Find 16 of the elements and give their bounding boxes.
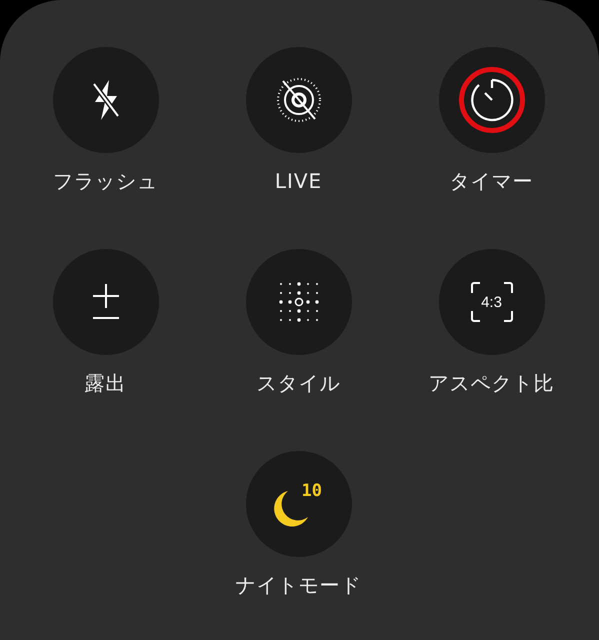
control-label: 露出 <box>84 371 126 395</box>
dot-grid-icon <box>278 281 320 323</box>
control-label: タイマー <box>450 169 534 193</box>
control-label: アスペクト比 <box>428 371 554 395</box>
control-label: ナイトモード <box>236 573 362 597</box>
plus-minus-icon <box>90 284 120 320</box>
night-duration-text: 10 <box>302 481 322 501</box>
frame-corners-icon <box>470 281 514 323</box>
control-label: スタイル <box>256 371 340 395</box>
night-button[interactable]: 10 <box>246 451 352 557</box>
control-label: LIVE <box>274 169 322 193</box>
aspect-ratio-text: 4:3 <box>481 294 502 310</box>
control-label: フラッシュ <box>53 169 158 193</box>
flash-off-icon <box>90 78 120 122</box>
aspect-button[interactable]: 4:3 <box>438 249 544 355</box>
highlight-ring <box>458 67 524 133</box>
